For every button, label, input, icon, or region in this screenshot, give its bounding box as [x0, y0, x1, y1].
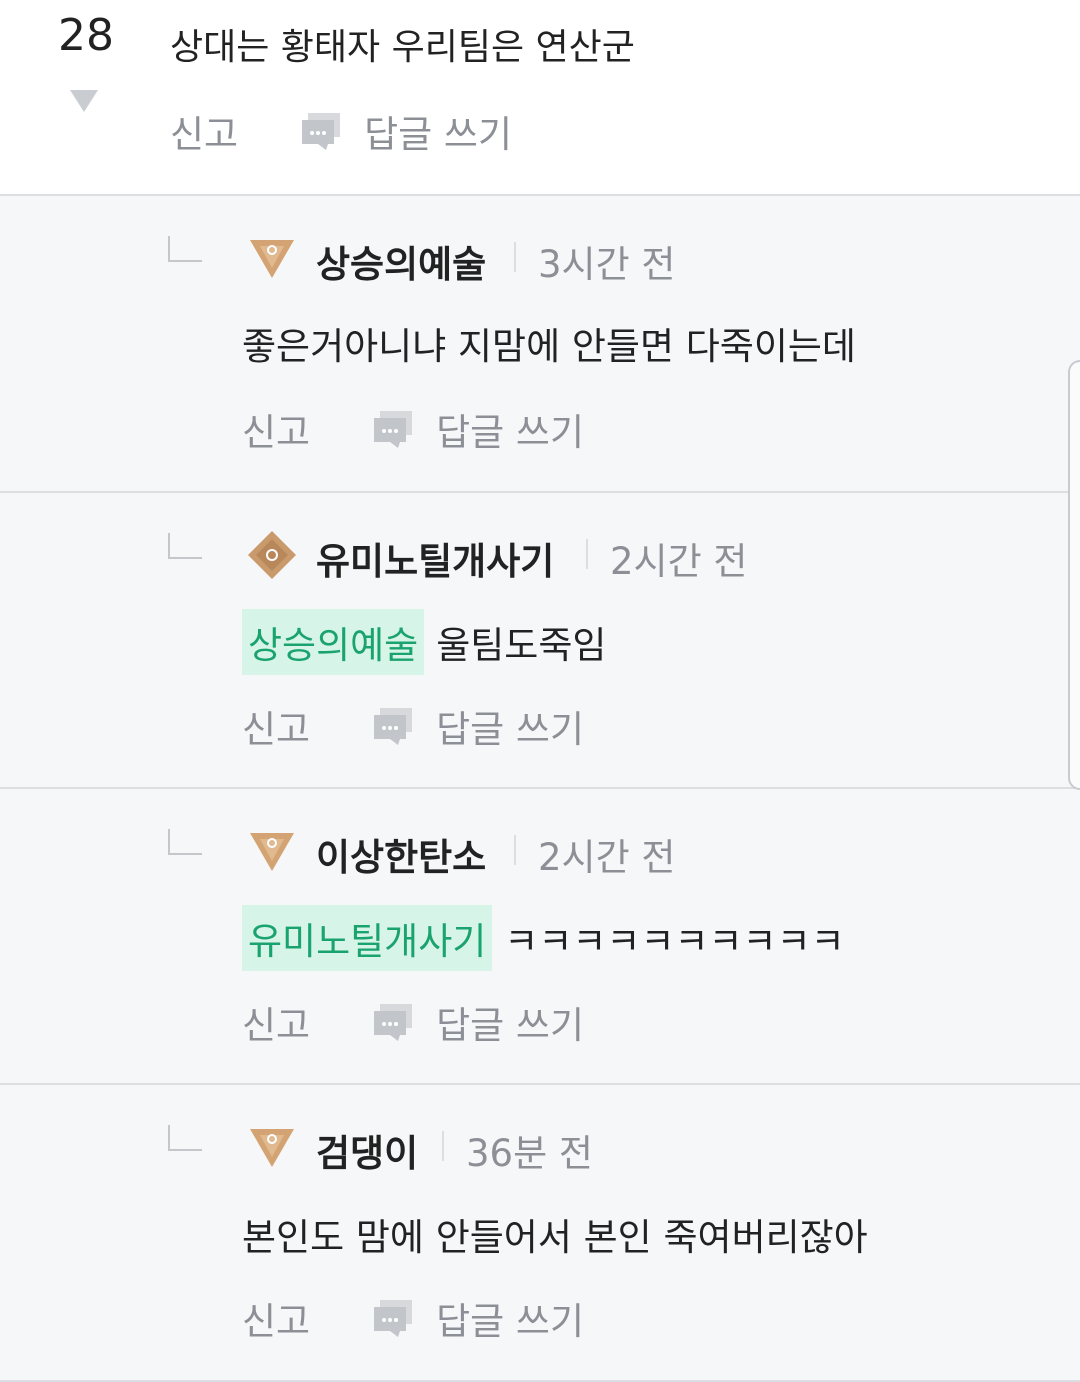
- comment-text: 상대는 황태자 우리팀은 연산군: [170, 27, 635, 68]
- mention-tag[interactable]: 상승의예술: [242, 609, 425, 675]
- write-reply-button[interactable]: 답글 쓰기: [364, 104, 512, 158]
- reply-text-row: 좋은거아니냐 지맘에 안들면 다죽이는데: [242, 316, 856, 370]
- reply-indent-corner: [168, 1125, 202, 1151]
- report-button[interactable]: 신고: [242, 1291, 310, 1345]
- reply-time: 2시간 전: [538, 836, 676, 879]
- chat-bubble-icon: [374, 411, 413, 448]
- separator: [442, 1131, 444, 1161]
- mention-tag[interactable]: 유미노틸개사기: [242, 905, 493, 971]
- separator: [514, 835, 516, 865]
- triangle-rank-icon: [250, 1129, 294, 1167]
- separator: [586, 539, 588, 569]
- parent-comment: 28 상대는 황태자 우리팀은 연산군 신고 답글 쓰기: [0, 0, 1080, 196]
- report-button[interactable]: 신고: [242, 699, 310, 753]
- reply-actions: 신고 답글 쓰기: [242, 699, 584, 753]
- reply-indent-corner: [168, 829, 202, 855]
- chat-bubble-icon: [374, 708, 413, 745]
- diamond-rank-icon: [248, 531, 296, 579]
- reply-nickname[interactable]: 상승의예술: [316, 234, 486, 288]
- reply-text-row: 본인도 맘에 안들어서 본인 죽여버리잖아: [242, 1207, 868, 1261]
- chat-bubble-icon: [302, 113, 341, 150]
- reply-actions: 신고 답글 쓰기: [242, 402, 584, 456]
- reply-nickname[interactable]: 이상한탄소: [316, 827, 486, 881]
- triangle-rank-icon: [250, 833, 294, 871]
- downvote-arrow-icon[interactable]: [70, 90, 98, 112]
- reply-actions: 신고 답글 쓰기: [242, 1291, 584, 1345]
- comment-actions: 신고 답글 쓰기: [170, 104, 512, 158]
- reply-nickname[interactable]: 유미노틸개사기: [316, 531, 554, 585]
- write-reply-button[interactable]: 답글 쓰기: [436, 402, 584, 456]
- chat-bubble-icon: [374, 1004, 413, 1041]
- chat-bubble-icon: [374, 1300, 413, 1337]
- reply-item: 유미노틸개사기 2시간 전 상승의예술 울팀도죽임 신고 답글 쓰기: [0, 493, 1080, 789]
- reply-indent-corner: [168, 236, 202, 262]
- scrollbar[interactable]: [1068, 360, 1080, 790]
- reply-item: 이상한탄소 2시간 전 유미노틸개사기 ㅋㅋㅋㅋㅋㅋㅋㅋㅋㅋ 신고 답글 쓰기: [0, 789, 1080, 1085]
- reply-item: 검댕이 36분 전 본인도 맘에 안들어서 본인 죽여버리잖아 신고 답글 쓰기: [0, 1085, 1080, 1382]
- write-reply-button[interactable]: 답글 쓰기: [436, 1291, 584, 1345]
- reply-text: 본인도 맘에 안들어서 본인 죽여버리잖아: [242, 1216, 868, 1259]
- report-button[interactable]: 신고: [242, 995, 310, 1049]
- reply-text: 울팀도죽임: [436, 624, 607, 667]
- separator: [514, 242, 516, 272]
- reply-time: 36분 전: [466, 1132, 593, 1175]
- reply-actions: 신고 답글 쓰기: [242, 995, 584, 1049]
- triangle-rank-icon: [250, 240, 294, 278]
- reply-text-row: 유미노틸개사기 ㅋㅋㅋㅋㅋㅋㅋㅋㅋㅋ: [242, 905, 845, 971]
- reply-text: ㅋㅋㅋㅋㅋㅋㅋㅋㅋㅋ: [504, 920, 845, 963]
- reply-time: 3시간 전: [538, 243, 676, 286]
- reply-item: 상승의예술 3시간 전 좋은거아니냐 지맘에 안들면 다죽이는데 신고 답글 쓰…: [0, 196, 1080, 493]
- reply-time: 2시간 전: [610, 540, 748, 583]
- vote-count: 28: [58, 10, 114, 61]
- reply-indent-corner: [168, 533, 202, 559]
- report-button[interactable]: 신고: [170, 104, 238, 158]
- reply-text: 좋은거아니냐 지맘에 안들면 다죽이는데: [242, 325, 856, 368]
- report-button[interactable]: 신고: [242, 402, 310, 456]
- reply-nickname[interactable]: 검댕이: [316, 1123, 418, 1177]
- write-reply-button[interactable]: 답글 쓰기: [436, 699, 584, 753]
- write-reply-button[interactable]: 답글 쓰기: [436, 995, 584, 1049]
- reply-text-row: 상승의예술 울팀도죽임: [242, 609, 606, 675]
